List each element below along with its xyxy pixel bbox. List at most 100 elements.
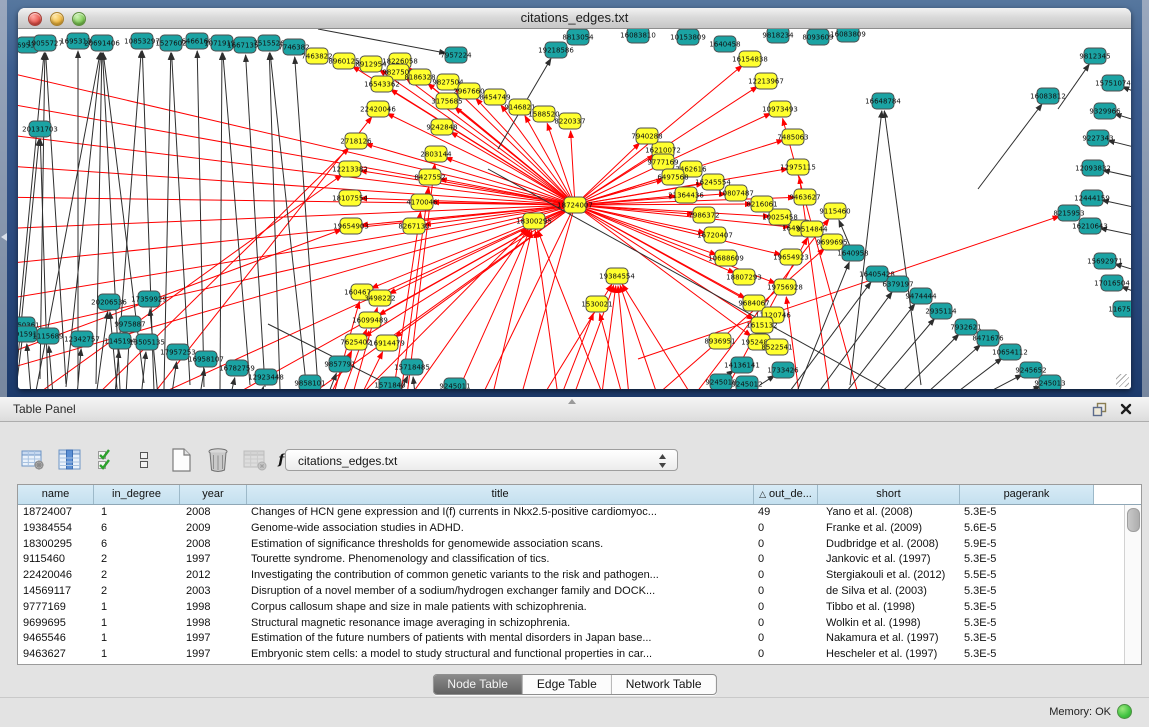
graph-edge[interactable] [114,351,119,389]
graph-edge[interactable] [575,155,655,205]
graph-node[interactable]: 1167533 [1108,301,1131,317]
graph-node[interactable]: 7625402 [340,334,371,350]
table-cell[interactable]: de Silva et al. (2003) [818,584,960,600]
graph-node[interactable]: 2718126 [340,133,372,149]
table-cell[interactable]: 19384554 [18,521,94,537]
table-cell[interactable]: Disruption of a novel member of a sodium… [247,584,754,600]
network-graph[interactable]: 1872400716953131905572716953138206914061… [18,29,1131,389]
graph-node[interactable]: 7485063 [777,129,808,145]
graph-node[interactable]: 10153809 [670,29,706,45]
graph-node[interactable]: 4170046 [406,194,438,210]
graph-node[interactable]: 9245011 [439,378,470,389]
table-row[interactable]: 2242004622012Investigating the contribut… [18,568,1125,584]
graph-node[interactable]: 16083812 [1030,88,1066,104]
graph-edge[interactable] [170,362,177,389]
graph-node[interactable]: 19654903 [333,218,369,234]
table-cell[interactable]: Dudbridge et al. (2008) [818,537,960,553]
window-titlebar[interactable]: citations_edges.txt [18,8,1131,29]
graph-node[interactable]: 12444159 [1074,190,1110,206]
graph-node[interactable]: 16154838 [732,51,768,67]
table-cell[interactable]: 5.3E-5 [960,505,1094,521]
column-header-in_degree[interactable]: in_degree [94,485,180,504]
table-cell[interactable]: 1998 [180,600,247,616]
graph-edge[interactable] [790,282,871,389]
graph-node[interactable]: 9474444 [905,288,937,304]
table-cell[interactable]: 18724007 [18,505,94,521]
graph-edge[interactable] [413,377,416,389]
graph-node[interactable]: 8813054 [562,29,594,45]
graph-node[interactable]: 8471676 [972,330,1004,346]
graph-edge[interactable] [18,205,575,301]
table-cell[interactable]: Nakamura et al. (1997) [818,631,960,647]
table-cell[interactable]: Jankovic et al. (1997) [818,552,960,568]
graph-node[interactable]: 9858101 [294,375,325,389]
minimize-window-button[interactable] [50,12,64,26]
table-cell[interactable]: 0 [754,631,818,647]
rows-button[interactable] [131,447,157,473]
table-cell[interactable]: 5.5E-5 [960,568,1094,584]
table-cell[interactable]: 5.9E-5 [960,537,1094,553]
graph-edge[interactable] [450,230,530,389]
graph-node[interactable]: 1615132 [746,317,777,333]
graph-edge[interactable] [76,349,81,389]
graph-node[interactable]: 8267130 [398,218,429,234]
table-settings-button[interactable] [20,447,46,473]
network-table-selector[interactable]: citations_edges.txt [285,449,678,471]
graph-node[interactable]: 12213967 [748,73,784,89]
graph-node[interactable]: 15692971 [1087,253,1123,269]
resize-grip[interactable] [1116,374,1129,387]
table-cell[interactable]: Wolkin et al. (1998) [818,616,960,632]
graph-edge[interactable] [246,55,265,387]
graph-node[interactable]: 8216061 [746,196,777,212]
table-cell[interactable]: 2008 [180,505,247,521]
table-cell[interactable]: Structural magnetic resonance image aver… [247,616,754,632]
graph-edge[interactable] [18,197,575,205]
table-row[interactable]: 911546021997Tourette syndrome. Phenomeno… [18,552,1125,568]
graph-edge[interactable] [27,344,32,389]
graph-edge[interactable] [575,205,781,255]
graph-edge[interactable] [228,378,235,389]
table-cell[interactable]: 2 [94,552,180,568]
graph-edge[interactable] [868,319,935,389]
table-vertical-scrollbar[interactable] [1124,505,1141,664]
table-cell[interactable]: 22420046 [18,568,94,584]
column-header-short[interactable]: short [818,485,960,504]
new-column-button[interactable] [168,447,194,473]
graph-edge[interactable] [18,335,23,389]
graph-node[interactable]: 8186328 [404,69,435,85]
table-cell[interactable]: Corpus callosum shape and size in male p… [247,600,754,616]
table-cell[interactable]: 2012 [180,568,247,584]
table-cell[interactable]: Tourette syndrome. Phenomenology and cla… [247,552,754,568]
graph-node[interactable]: 9115460 [819,203,850,219]
graph-edge[interactable] [18,205,575,229]
table-row[interactable]: 977716911998Corpus callosum shape and si… [18,600,1125,616]
table-row[interactable]: 1830029562008Estimation of significance … [18,537,1125,553]
tab-edge-table[interactable]: Edge Table [522,675,611,694]
table-cell[interactable]: 5.3E-5 [960,616,1094,632]
graph-node[interactable]: 9463627 [789,189,820,205]
close-panel-icon[interactable] [1119,402,1133,416]
table-cell[interactable]: 9777169 [18,600,94,616]
table-cell[interactable]: 5.6E-5 [960,521,1094,537]
graph-node[interactable]: 9329966 [1089,103,1121,119]
table-cell[interactable]: 18300295 [18,537,94,553]
graph-node[interactable]: 6497568 [657,169,688,185]
scrollbar-thumb[interactable] [1127,508,1140,532]
column-header-name[interactable]: name [18,485,94,504]
table-cell[interactable]: 0 [754,584,818,600]
table-row[interactable]: 1872400712008Changes of HCN gene express… [18,505,1125,521]
graph-node[interactable]: 16083809 [830,29,866,42]
split-pane-handle[interactable] [568,399,576,404]
graph-node[interactable]: 1571840 [374,377,405,389]
graph-node[interactable]: 18107554 [332,190,368,206]
table-cell[interactable]: 9699695 [18,616,94,632]
table-cell[interactable]: 0 [754,537,818,553]
graph-node[interactable]: 16083810 [620,29,656,43]
graph-node[interactable]: 19654923 [773,249,809,265]
graph-node[interactable]: 16648784 [865,93,901,109]
graph-node[interactable]: 17016504 [1094,275,1130,291]
table-cell[interactable]: 0 [754,521,818,537]
row-checks-button[interactable] [94,447,120,473]
table-cell[interactable]: Genome-wide association studies in ADHD. [247,521,754,537]
graph-node[interactable]: 15718485 [394,359,430,375]
